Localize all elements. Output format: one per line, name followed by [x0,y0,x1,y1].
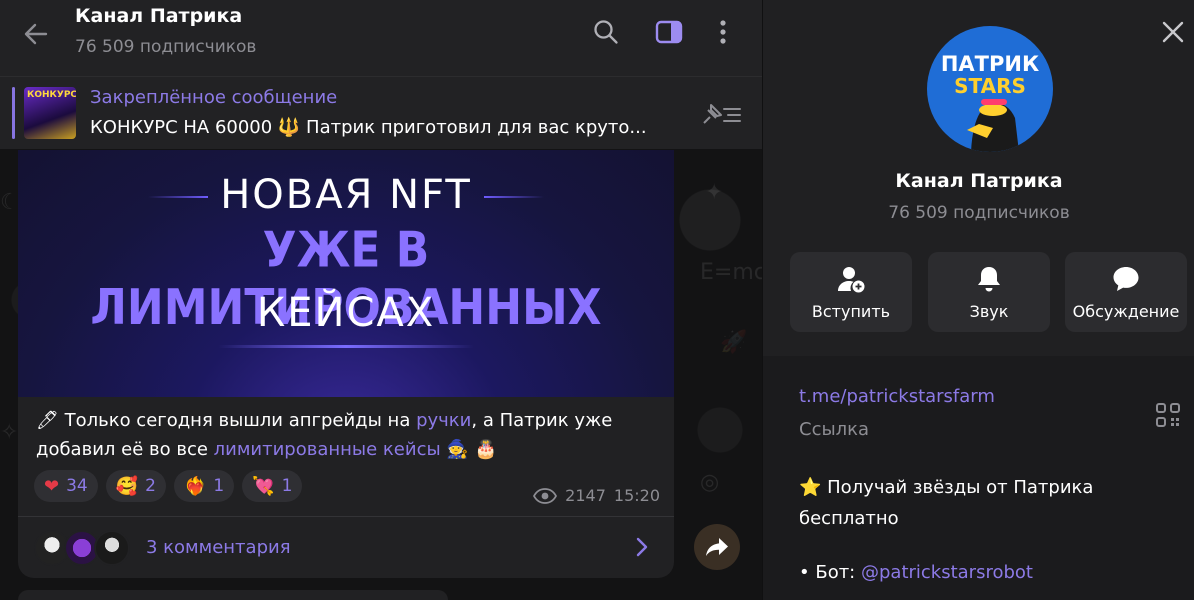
post-text-part: 🧙 🎂 [440,439,497,460]
sound-label: Звук [969,302,1009,321]
smiling-hearts-icon: 🥰 [115,475,139,497]
heart-fire-icon: ❤‍🔥 [183,475,207,497]
channel-bot-line: • Бот: @patrickstarsrobot [799,562,1033,583]
chat-header: Канал Патрика 76 509 подписчиков [0,0,762,76]
mascot-icon [967,99,1019,152]
discussion-label: Обсуждение [1072,302,1180,321]
banner-glow [218,345,474,348]
channel-info-panel: ПАТРИК STARS Канал Патрика 76 509 подпис… [762,0,1194,600]
reaction-heart-arrow[interactable]: 💘 1 [242,470,303,502]
discussion-button[interactable]: Обсуждение [1065,252,1187,332]
banner-line1: НОВАЯ NFT [220,172,472,218]
sidebar-toggle-icon[interactable] [654,17,684,47]
doodle-icon: 🚀 [720,330,748,355]
channel-post: НОВАЯ NFT УЖЕ В ЛИМИТИРОВАННЫХ КЕЙСАХ 🖊 … [18,150,674,578]
pinned-label: Закреплённое сообщение [90,87,338,108]
chat-area: E=mc² ✦ 🚀 ◎ ☾ ✧ Канал Патрика 76 509 под… [0,0,762,600]
heart-arrow-icon: 💘 [252,475,275,497]
channel-subscribers: 76 509 подписчиков [888,203,1070,223]
bot-link[interactable]: @patrickstarsrobot [861,562,1033,583]
pin-list-icon[interactable] [700,101,744,129]
doodle-icon: E=mc² [700,260,762,285]
reaction-smiling-hearts[interactable]: 🥰 2 [105,470,166,502]
heart-icon: ❤ [44,475,60,497]
post-text-part: 🖊 Только сегодня вышли апгрейды на [36,410,417,431]
post-meta: 2147 15:20 [533,486,660,505]
bell-icon [978,267,1000,292]
reaction-heart-fire[interactable]: ❤‍🔥 1 [173,470,235,502]
chevron-right-icon [636,537,648,557]
pinned-thumbnail-text: КОНКУРС [27,90,76,100]
more-vertical-icon[interactable] [708,17,738,47]
post-link-cases[interactable]: лимитированные кейсы [214,439,441,460]
doodle-icon: ☾ [0,190,20,215]
chat-title[interactable]: Канал Патрика [75,5,242,27]
share-arrow-icon [706,538,728,556]
chat-bubble-icon [1113,267,1139,291]
back-arrow-icon[interactable] [20,18,52,50]
telegram-app: E=mc² ✦ 🚀 ◎ ☾ ✧ Канал Патрика 76 509 под… [0,0,1194,600]
next-message-bubble [18,590,448,600]
reaction-count: 1 [281,476,293,496]
channel-avatar[interactable]: ПАТРИК STARS [927,26,1053,152]
commenter-avatars [34,530,144,566]
reaction-count: 34 [66,476,88,496]
eye-icon [533,487,558,504]
reactions-row: ❤ 34 🥰 2 ❤‍🔥 1 💘 1 [34,470,303,502]
post-time: 15:20 [613,486,660,505]
channel-name: Канал Патрика [895,170,1063,192]
pinned-message-bar[interactable]: КОНКУРС Закреплённое сообщение КОНКУРС Н… [0,76,762,149]
doodle-icon: ◎ [700,470,720,495]
views-count: 2147 [565,486,606,505]
join-button[interactable]: Вступить [790,252,912,332]
reaction-count: 2 [145,476,156,496]
reaction-heart[interactable]: ❤ 34 [34,470,98,502]
banner-line3: КЕЙСАХ [256,290,436,336]
close-icon[interactable] [1159,18,1187,46]
bot-prefix: • Бот: [799,562,861,583]
doodle-icon: ✦ [705,180,724,205]
channel-link[interactable]: t.me/patrickstarsfarm [799,386,995,407]
add-user-icon [838,267,865,293]
share-button[interactable] [694,524,740,570]
join-label: Вступить [811,302,891,321]
post-image[interactable]: НОВАЯ NFT УЖЕ В ЛИМИТИРОВАННЫХ КЕЙСАХ [18,150,674,397]
doodle-icon: ✧ [0,420,19,445]
channel-description: ⭐ Получай звёзды от Патрика бесплатно [799,477,1094,529]
post-text: 🖊 Только сегодня вышли апгрейды на ручки… [36,406,661,464]
comments-label: 3 комментария [146,537,291,558]
comments-row[interactable]: 3 комментария [18,516,674,578]
pinned-thumbnail: КОНКУРС [24,87,76,139]
chat-subscribers: 76 509 подписчиков [75,37,257,57]
sound-button[interactable]: Звук [928,252,1050,332]
avatar [94,530,130,566]
search-icon[interactable] [591,17,621,47]
qr-code-icon[interactable] [1155,402,1181,428]
reaction-count: 1 [213,476,225,496]
pinned-text: КОНКУРС НА 60000 🔱 Патрик приготовил для… [90,117,647,138]
pinned-indicator [12,87,15,139]
panel-header: ПАТРИК STARS Канал Патрика 76 509 подпис… [763,0,1194,356]
post-link-pens[interactable]: ручки [416,410,471,431]
channel-link-caption: Ссылка [799,419,870,440]
